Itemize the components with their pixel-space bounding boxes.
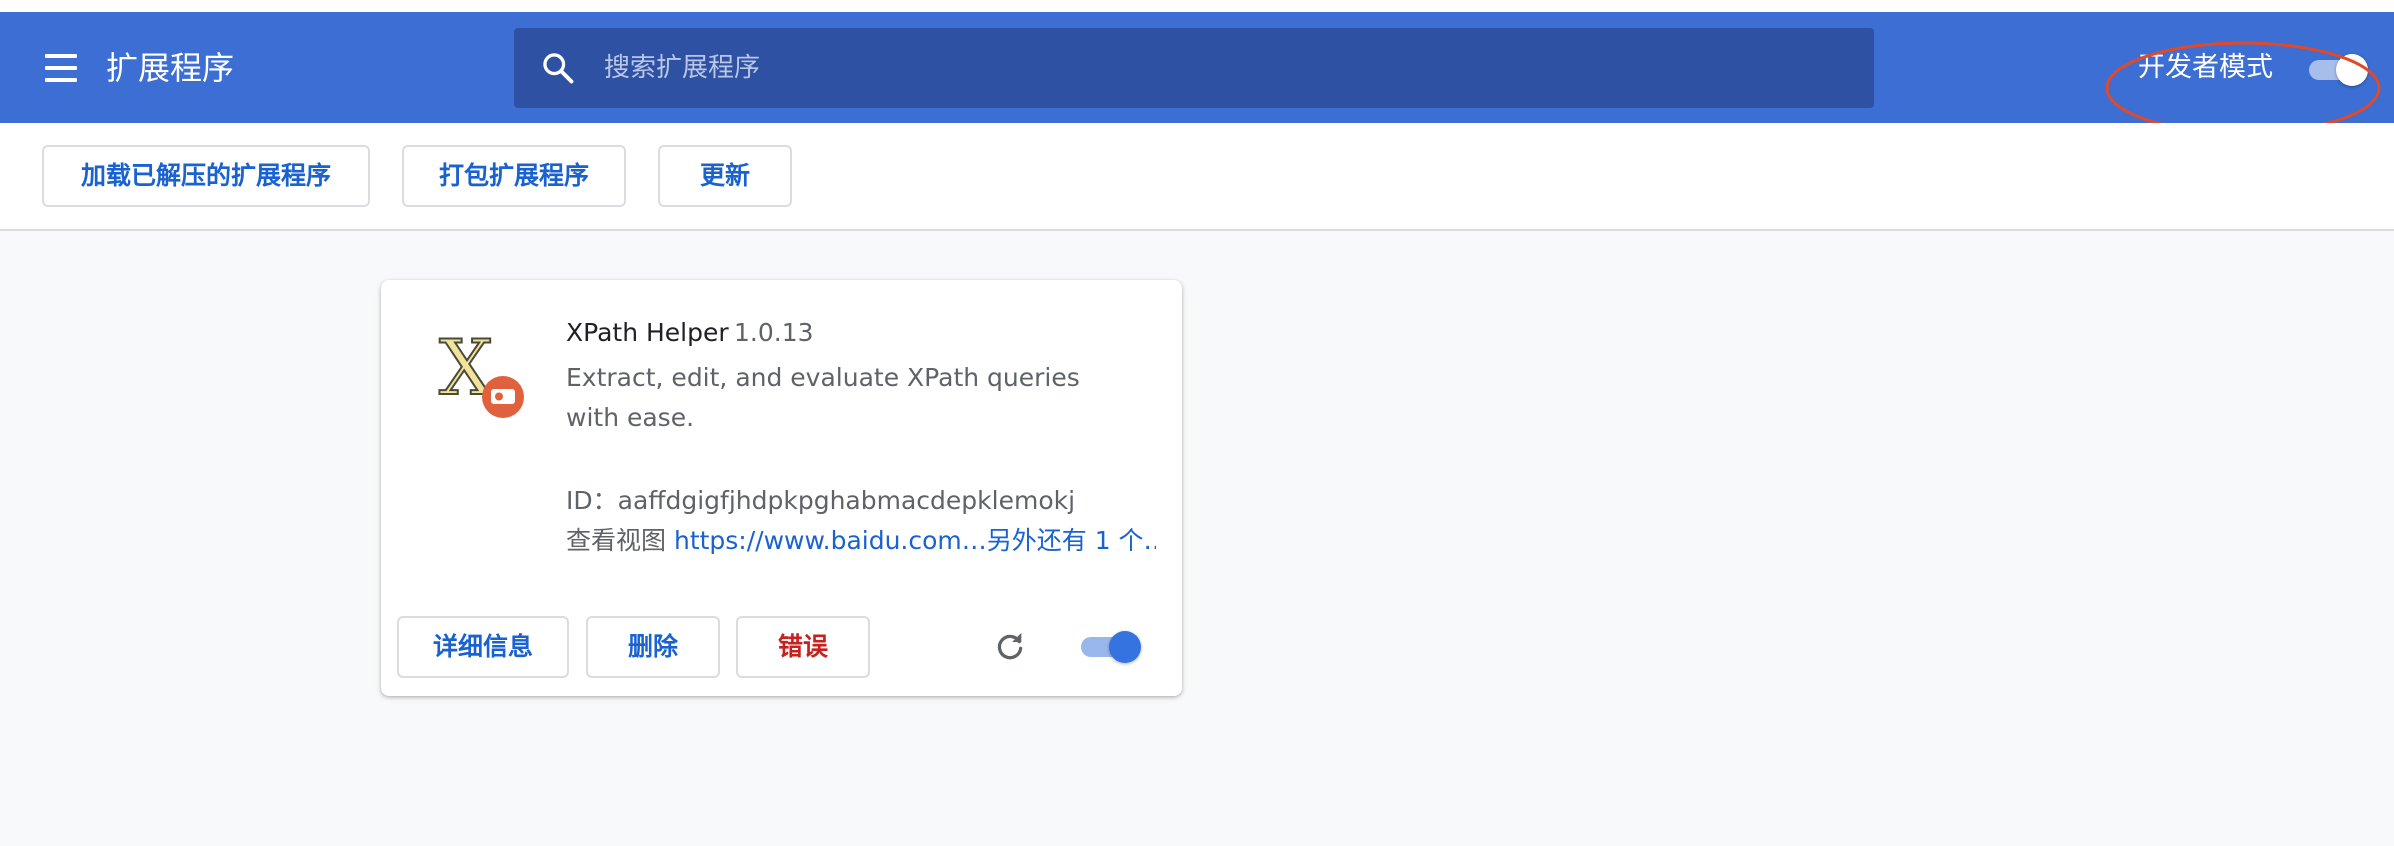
inspect-views-link[interactable]: https://www.baidu.com…另外还有 1 个… (674, 526, 1156, 555)
update-button[interactable]: 更新 (658, 145, 792, 207)
reload-icon[interactable] (993, 630, 1027, 664)
top-strip (0, 0, 2394, 12)
inspect-views: 查看视图 https://www.baidu.com…另外还有 1 个… (566, 524, 1156, 558)
extension-card: X XPath Helper 1.0.13 Extract, edit, and… (381, 280, 1182, 696)
hamburger-menu-icon[interactable] (42, 54, 80, 84)
developer-mode-label: 开发者模式 (2138, 52, 2273, 83)
extension-description: Extract, edit, and evaluate XPath querie… (566, 363, 1080, 432)
errors-button[interactable]: 错误 (736, 616, 870, 678)
extension-name: XPath Helper (566, 318, 729, 347)
extension-id: ID：aaffdgigfjhdpkpghabmacdepklemokj (566, 486, 1076, 515)
search-icon (543, 53, 574, 84)
remove-button[interactable]: 删除 (586, 616, 720, 678)
page-title: 扩展程序 (106, 49, 235, 87)
search-bar[interactable] (514, 28, 1874, 108)
xpath-helper-logo-icon: X (438, 324, 524, 418)
details-button[interactable]: 详细信息 (397, 616, 569, 678)
load-unpacked-button[interactable]: 加载已解压的扩展程序 (42, 145, 370, 207)
developer-mode-toggle[interactable] (2306, 53, 2372, 87)
developer-toolbar: 加载已解压的扩展程序 打包扩展程序 更新 (0, 123, 2394, 231)
extension-version: 1.0.13 (734, 318, 814, 347)
extension-enable-toggle[interactable] (1079, 629, 1145, 665)
search-input[interactable] (604, 44, 1844, 92)
header-bar: 扩展程序 开发者模式 (0, 12, 2394, 135)
pack-extension-button[interactable]: 打包扩展程序 (402, 145, 626, 207)
inspect-views-label: 查看视图 (566, 526, 667, 555)
